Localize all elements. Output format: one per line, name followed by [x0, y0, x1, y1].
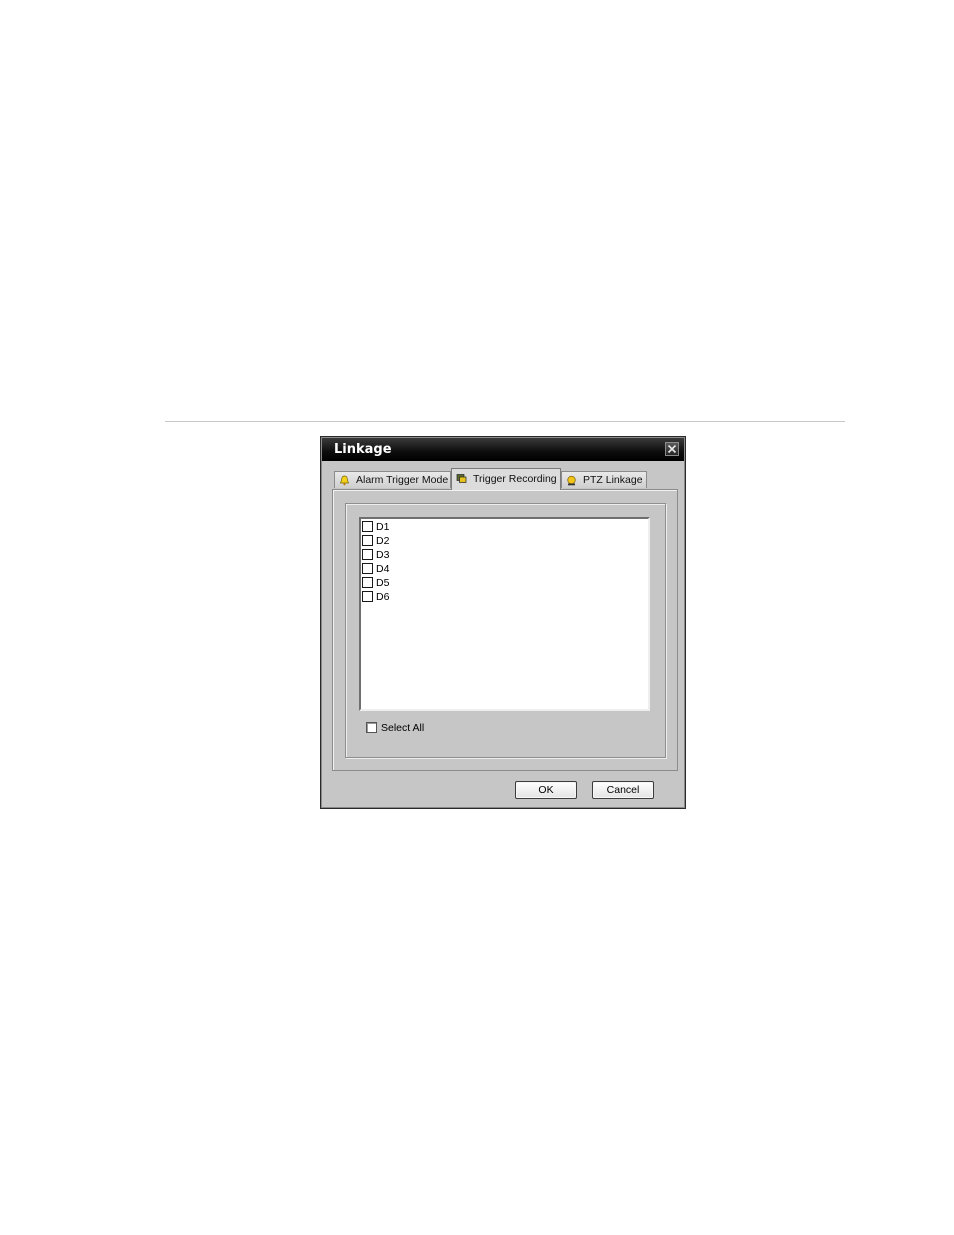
cancel-button[interactable]: Cancel: [592, 781, 654, 799]
recording-icon: [456, 474, 467, 483]
channel-groupbox: D1 D2 D3 D4 D5 D6 Select All: [345, 503, 666, 758]
channel-label: D5: [376, 577, 390, 589]
close-button[interactable]: [665, 442, 679, 456]
channel-label: D3: [376, 549, 390, 561]
channel-list[interactable]: D1 D2 D3 D4 D5 D6: [359, 517, 650, 711]
checkbox-d6[interactable]: [362, 591, 373, 602]
trigger-recording-panel: D1 D2 D3 D4 D5 D6 Select All: [332, 489, 678, 771]
close-icon: [667, 444, 677, 454]
checkbox-d1[interactable]: [362, 521, 373, 532]
channel-label: D1: [376, 521, 390, 533]
dialog-title: Linkage: [334, 442, 392, 457]
tab-ptz-linkage[interactable]: PTZ Linkage: [561, 471, 647, 488]
ok-button[interactable]: OK: [515, 781, 577, 799]
tab-alarm-trigger-mode[interactable]: Alarm Trigger Mode: [334, 471, 451, 488]
select-all-checkbox[interactable]: [366, 722, 377, 733]
page-divider-line: [165, 421, 845, 422]
channel-label: D4: [376, 563, 390, 575]
linkage-dialog: Linkage Alarm Trigger Mode Trigger Recor…: [320, 436, 686, 809]
checkbox-d5[interactable]: [362, 577, 373, 588]
alarm-bell-icon: [339, 475, 350, 486]
dialog-titlebar[interactable]: Linkage: [322, 438, 684, 461]
ptz-icon: [567, 475, 576, 486]
tab-label: PTZ Linkage: [583, 474, 643, 486]
tab-trigger-recording[interactable]: Trigger Recording: [451, 468, 561, 490]
checkbox-d4[interactable]: [362, 563, 373, 574]
checkbox-d2[interactable]: [362, 535, 373, 546]
select-all-label: Select All: [381, 722, 425, 734]
tab-label: Trigger Recording: [473, 473, 557, 485]
channel-label: D2: [376, 535, 390, 547]
channel-label: D6: [376, 591, 390, 603]
checkbox-d3[interactable]: [362, 549, 373, 560]
tab-label: Alarm Trigger Mode: [356, 474, 449, 486]
